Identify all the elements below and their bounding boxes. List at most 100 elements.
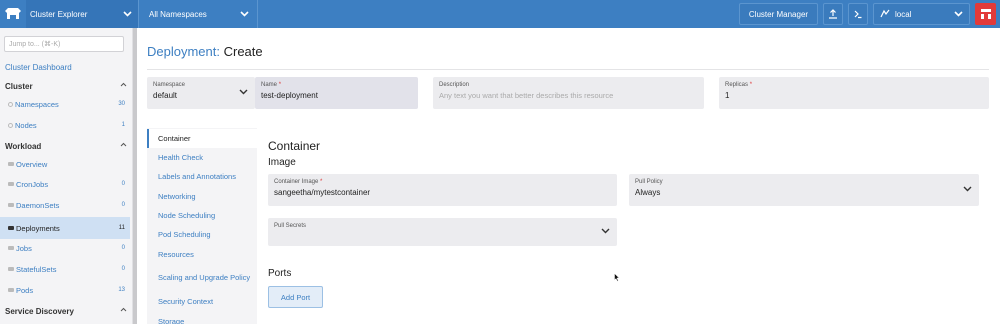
rancher-logo[interactable] (0, 0, 26, 28)
sidebar: Jump to... (⌘-K) Cluster Dashboard Clust… (0, 28, 133, 324)
page-title-resource: Deployment: (147, 44, 220, 59)
replicas-label: Replicas (725, 82, 749, 88)
name-field[interactable]: Name * test-deployment (255, 77, 418, 109)
count-badge: 0 (121, 245, 125, 251)
chevron-up-icon (120, 307, 127, 312)
container-image-label: Container Image (274, 179, 319, 185)
folder-icon (8, 267, 14, 271)
chevron-down-icon (240, 11, 249, 17)
required-marker: * (278, 82, 282, 88)
namespace-label: Namespace (153, 82, 186, 88)
sidebar-item-cronjobs[interactable]: CronJobs 0 (0, 174, 130, 194)
replicas-field[interactable]: Replicas * 1 (719, 77, 989, 109)
group-workload[interactable]: Workload (5, 142, 127, 151)
mouse-cursor-icon (614, 273, 620, 282)
sidebar-item-jobs[interactable]: Jobs 0 (0, 238, 130, 258)
replicas-value: 1 (725, 91, 730, 100)
sidebar-scrollbar[interactable] (133, 28, 137, 324)
tab-networking[interactable]: Networking (147, 187, 257, 206)
chevron-down-icon (601, 228, 610, 234)
avatar-icon (980, 9, 991, 19)
sidebar-item-pods[interactable]: Pods 13 (0, 280, 130, 300)
tab-resources[interactable]: Resources (147, 245, 257, 264)
folder-icon (8, 226, 14, 230)
sidebar-item-namespaces[interactable]: Namespaces 30 (0, 94, 130, 114)
cluster-dashboard-link[interactable]: Cluster Dashboard (5, 63, 72, 72)
description-label: Description (439, 82, 470, 88)
group-service-discovery[interactable]: Service Discovery (5, 307, 127, 316)
folder-icon (8, 182, 14, 186)
folder-icon (8, 162, 14, 166)
namespace-filter-label: All Namespaces (149, 9, 207, 19)
namespace-select[interactable]: Namespace default (147, 77, 255, 109)
sidebar-item-label: Nodes (15, 120, 37, 130)
description-placeholder: Any text you want that better describes … (439, 91, 614, 100)
chevron-down-icon (123, 11, 132, 17)
sidebar-item-nodes[interactable]: Nodes 1 (0, 115, 130, 135)
tab-labels-annotations[interactable]: Labels and Annotations (147, 167, 257, 186)
product-switcher[interactable]: Cluster Explorer (26, 0, 138, 28)
tab-node-scheduling[interactable]: Node Scheduling (147, 206, 257, 225)
group-cluster-label: Cluster (5, 82, 33, 91)
page-title: Deployment: Create (147, 44, 263, 59)
count-badge: 13 (118, 287, 125, 293)
chevron-down-icon (239, 89, 248, 95)
sidebar-item-label: CronJobs (16, 179, 49, 189)
dot-icon (8, 101, 13, 107)
folder-icon (8, 203, 14, 207)
count-badge: 11 (118, 225, 125, 231)
namespace-value: default (153, 91, 178, 100)
terminal-icon (854, 10, 862, 19)
tab-container[interactable]: Container (147, 129, 257, 148)
name-value: test-deployment (261, 91, 318, 100)
count-badge: 1 (121, 122, 125, 128)
pull-secrets-select[interactable]: Pull Secrets (268, 218, 617, 246)
page-title-action: Create (223, 44, 263, 59)
count-badge: 0 (121, 202, 125, 208)
add-port-button[interactable]: Add Port (268, 286, 323, 308)
cow-logo-icon (5, 8, 21, 19)
group-cluster[interactable]: Cluster (5, 82, 127, 91)
count-badge: 30 (118, 101, 125, 107)
container-image-field[interactable]: Container Image * sangeetha/mytestcontai… (268, 174, 617, 206)
count-badge: 0 (121, 181, 125, 187)
cluster-switcher[interactable]: local (873, 3, 970, 25)
tab-health-check[interactable]: Health Check (147, 148, 257, 167)
sidebar-item-label: Pods (16, 285, 34, 295)
kubectl-shell-button[interactable] (848, 3, 868, 25)
cluster-name: local (895, 9, 912, 19)
sidebar-item-label: DaemonSets (16, 200, 60, 210)
required-marker: * (749, 82, 753, 88)
tab-security-context[interactable]: Security Context (147, 292, 257, 311)
cluster-icon (880, 9, 890, 18)
sidebar-item-label: Overview (16, 159, 48, 169)
group-service-discovery-label: Service Discovery (5, 307, 74, 316)
sidebar-item-statefulsets[interactable]: StatefulSets 0 (0, 259, 130, 279)
pull-secrets-label: Pull Secrets (274, 223, 307, 229)
sidebar-item-overview[interactable]: Overview (0, 154, 130, 174)
section-tabs: Container Health Check Labels and Annota… (147, 128, 257, 324)
pull-policy-select[interactable]: Pull Policy Always (629, 174, 979, 206)
description-field[interactable]: Description Any text you want that bette… (433, 77, 704, 109)
user-avatar[interactable] (975, 3, 996, 25)
title-divider (147, 69, 989, 70)
chevron-down-icon (963, 186, 972, 192)
tab-pod-scheduling[interactable]: Pod Scheduling (147, 225, 257, 244)
cluster-manager-button[interactable]: Cluster Manager (739, 3, 818, 25)
folder-icon (8, 288, 14, 292)
sidebar-item-daemonsets[interactable]: DaemonSets 0 (0, 195, 130, 215)
product-label: Cluster Explorer (30, 9, 88, 19)
sidebar-item-label: Jobs (16, 243, 32, 253)
import-yaml-button[interactable] (823, 3, 843, 25)
upload-icon (829, 9, 837, 19)
dot-icon (8, 122, 13, 128)
namespace-filter[interactable]: All Namespaces (138, 0, 258, 28)
top-bar: Cluster Explorer All Namespaces Cluster … (0, 0, 1000, 28)
tab-scaling-upgrade-policy[interactable]: Scaling and Upgrade Policy (147, 265, 257, 291)
tab-storage[interactable]: Storage (147, 312, 257, 324)
container-image-value: sangeetha/mytestcontainer (274, 188, 371, 197)
chevron-down-icon (954, 11, 963, 17)
jump-to-input[interactable]: Jump to... (⌘-K) (4, 36, 124, 52)
folder-icon (8, 246, 14, 250)
sidebar-item-deployments[interactable]: Deployments 11 (0, 217, 130, 239)
